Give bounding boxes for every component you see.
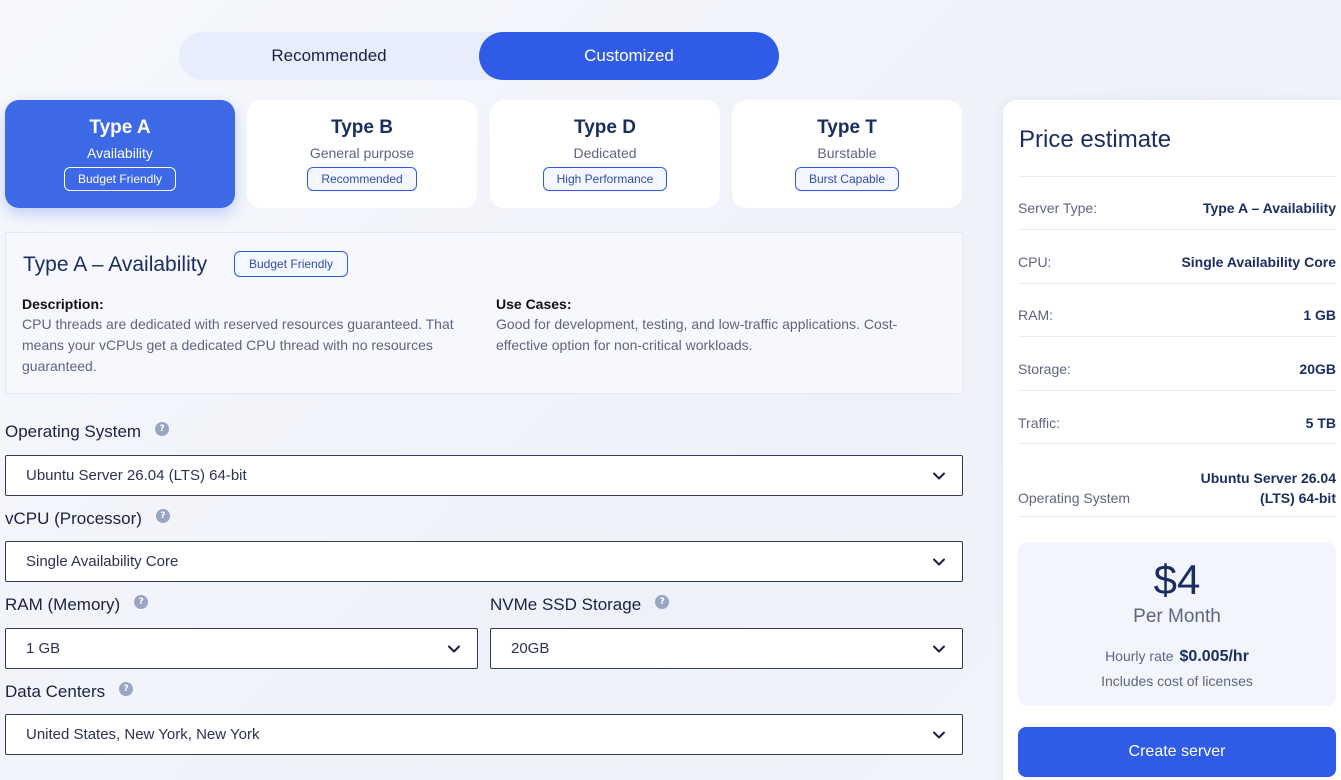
type-description-panel: Type A – Availability Budget Friendly De… bbox=[5, 232, 963, 394]
server-config-page: Recommended Customized Type A Availabili… bbox=[0, 0, 1341, 780]
type-card-title: Type T bbox=[817, 117, 877, 138]
ram-label-text: RAM (Memory) bbox=[5, 595, 121, 614]
ram-select-value: 1 GB bbox=[26, 640, 61, 657]
vcpu-select[interactable]: Single Availability Core bbox=[5, 541, 963, 582]
price-row-value: 20GB bbox=[1299, 361, 1336, 377]
divider bbox=[1018, 229, 1336, 230]
type-card-b[interactable]: Type B General purpose Recommended bbox=[247, 100, 477, 208]
selected-type-badge: Budget Friendly bbox=[234, 251, 349, 277]
tab-customized[interactable]: Customized bbox=[479, 32, 779, 80]
help-icon[interactable]: ? bbox=[655, 595, 670, 609]
price-row-key: Traffic: bbox=[1018, 415, 1061, 431]
help-icon[interactable]: ? bbox=[134, 595, 149, 609]
help-icon[interactable]: ? bbox=[155, 509, 170, 523]
storage-select[interactable]: 20GB bbox=[490, 628, 963, 669]
vcpu-label-text: vCPU (Processor) bbox=[5, 509, 142, 528]
type-card-a[interactable]: Type A Availability Budget Friendly bbox=[5, 100, 235, 208]
datacenter-label: Data Centers ? bbox=[5, 682, 134, 702]
license-note: Includes cost of licenses bbox=[1101, 673, 1253, 689]
os-label: Operating System ? bbox=[5, 422, 170, 442]
price-row-cpu: CPU: Single Availability Core bbox=[1018, 254, 1336, 270]
hourly-rate-value: $0.005/hr bbox=[1179, 648, 1249, 665]
description-text: CPU threads are dedicated with reserved … bbox=[22, 316, 454, 374]
price-row-key: Storage: bbox=[1018, 361, 1071, 377]
datacenter-select-value: United States, New York, New York bbox=[26, 726, 260, 743]
price-period: Per Month bbox=[1133, 606, 1221, 627]
chevron-down-icon bbox=[933, 472, 945, 480]
type-card-title: Type B bbox=[331, 117, 393, 138]
price-row-key: Operating System bbox=[1018, 490, 1131, 506]
tab-recommended[interactable]: Recommended bbox=[179, 32, 479, 80]
chevron-down-icon bbox=[933, 645, 945, 653]
os-label-text: Operating System bbox=[5, 422, 142, 441]
type-card-subtitle: Burstable bbox=[817, 145, 877, 161]
divider bbox=[1018, 390, 1336, 391]
vcpu-label: vCPU (Processor) ? bbox=[5, 509, 170, 529]
vcpu-select-value: Single Availability Core bbox=[26, 553, 179, 570]
price-row-traffic: Traffic: 5 TB bbox=[1018, 415, 1336, 431]
type-card-subtitle: Availability bbox=[87, 145, 153, 161]
price-row-key: RAM: bbox=[1018, 307, 1053, 323]
divider bbox=[1018, 443, 1336, 444]
ram-select[interactable]: 1 GB bbox=[5, 628, 478, 669]
datacenter-select[interactable]: United States, New York, New York bbox=[5, 714, 963, 755]
divider bbox=[1018, 516, 1336, 517]
monthly-price: $4 bbox=[1153, 556, 1201, 603]
os-select[interactable]: Ubuntu Server 26.04 (LTS) 64-bit bbox=[5, 455, 963, 496]
type-card-title: Type A bbox=[89, 117, 151, 138]
os-value-line: (LTS) 64-bit bbox=[1260, 490, 1336, 506]
chevron-down-icon bbox=[448, 645, 460, 653]
hourly-rate-label: Hourly rate bbox=[1105, 648, 1174, 664]
storage-label: NVMe SSD Storage ? bbox=[490, 595, 670, 615]
create-server-button[interactable]: Create server bbox=[1018, 727, 1336, 777]
price-row-value: 1 GB bbox=[1303, 307, 1336, 323]
use-cases-heading: Use Cases: bbox=[496, 296, 572, 312]
type-card-badge: Burst Capable bbox=[794, 167, 900, 191]
description-heading: Description: bbox=[22, 296, 104, 312]
type-card-subtitle: General purpose bbox=[309, 145, 415, 161]
ram-label: RAM (Memory) ? bbox=[5, 595, 149, 615]
divider bbox=[1018, 176, 1336, 177]
divider bbox=[1018, 336, 1336, 337]
help-icon[interactable]: ? bbox=[119, 682, 134, 696]
mode-toggle: Recommended Customized bbox=[179, 32, 779, 80]
type-card-t[interactable]: Type T Burstable Burst Capable bbox=[732, 100, 962, 208]
price-row-os: Operating System Ubuntu Server 26.04 (LT… bbox=[1018, 468, 1336, 508]
type-card-title: Type D bbox=[574, 117, 636, 138]
type-card-d[interactable]: Type D Dedicated High Performance bbox=[490, 100, 720, 208]
chevron-down-icon bbox=[933, 731, 945, 739]
price-estimate-panel: Price estimate Server Type: Type A – Ava… bbox=[1003, 100, 1341, 780]
help-icon[interactable]: ? bbox=[155, 422, 170, 436]
type-card-badge: Recommended bbox=[307, 167, 417, 191]
price-row-ram: RAM: 1 GB bbox=[1018, 307, 1336, 323]
price-row-storage: Storage: 20GB bbox=[1018, 361, 1336, 377]
storage-label-text: NVMe SSD Storage bbox=[490, 595, 642, 614]
server-type-cards: Type A Availability Budget Friendly Type… bbox=[5, 100, 965, 208]
divider bbox=[1018, 283, 1336, 284]
price-row-value: Single Availability Core bbox=[1181, 254, 1336, 270]
price-estimate-title: Price estimate bbox=[1019, 126, 1172, 153]
storage-select-value: 20GB bbox=[511, 640, 550, 657]
price-row-key: Server Type: bbox=[1018, 200, 1098, 216]
price-row-value: Ubuntu Server 26.04 (LTS) 64-bit bbox=[1201, 468, 1336, 508]
selected-type-title: Type A – Availability bbox=[23, 253, 208, 276]
datacenter-label-text: Data Centers bbox=[5, 682, 106, 701]
type-card-badge: Budget Friendly bbox=[63, 167, 177, 191]
price-row-value: Type A – Availability bbox=[1202, 200, 1336, 216]
price-row-value: 5 TB bbox=[1305, 415, 1336, 431]
description-section: Description: CPU threads are dedicated w… bbox=[22, 296, 462, 377]
type-card-badge: High Performance bbox=[542, 167, 668, 191]
hourly-rate: Hourly rate $0.005/hr bbox=[1018, 648, 1336, 666]
price-row-key: CPU: bbox=[1018, 254, 1052, 270]
chevron-down-icon bbox=[933, 558, 945, 566]
price-summary-box: $4 Per Month Hourly rate $0.005/hr Includ… bbox=[1018, 542, 1336, 706]
os-value-line: Ubuntu Server 26.04 bbox=[1200, 470, 1336, 486]
use-cases-text: Good for development, testing, and low-t… bbox=[496, 316, 898, 353]
type-card-subtitle: Dedicated bbox=[573, 145, 637, 161]
os-select-value: Ubuntu Server 26.04 (LTS) 64-bit bbox=[26, 467, 247, 484]
price-row-server-type: Server Type: Type A – Availability bbox=[1018, 200, 1336, 216]
use-cases-section: Use Cases: Good for development, testing… bbox=[496, 296, 936, 356]
